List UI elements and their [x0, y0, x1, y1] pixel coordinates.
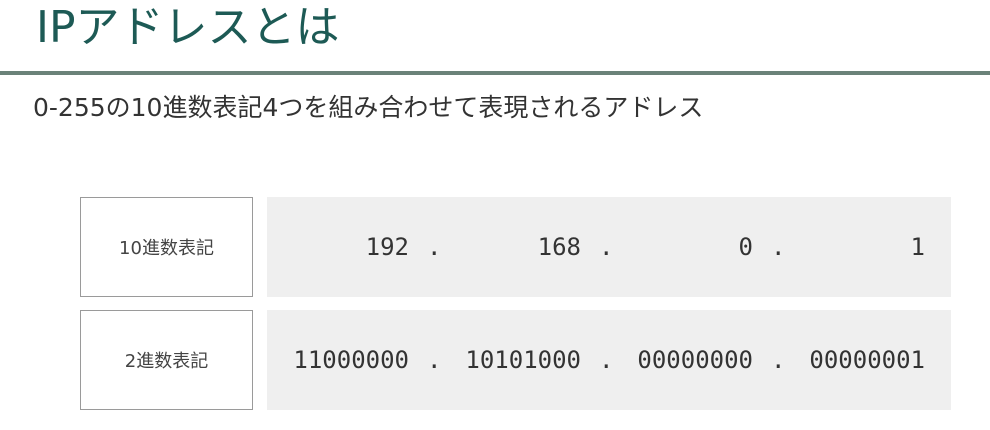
- decimal-notation-value: 192 . 168 . 0 . 1: [267, 197, 951, 297]
- octet-3: 0: [738, 233, 753, 261]
- octet-separator: .: [427, 233, 442, 261]
- octet-4: 1: [910, 233, 925, 261]
- binary-notation-value: 11000000 . 10101000 . 00000000 . 0000000…: [267, 310, 951, 410]
- decimal-notation-label: 10進数表記: [80, 197, 253, 297]
- octet-separator: .: [771, 233, 786, 261]
- slide: IPアドレスとは 0-255の10進数表記4つを組み合わせて表現されるアドレス …: [0, 0, 990, 430]
- octet-2: 168: [537, 233, 581, 261]
- title-divider: [0, 71, 990, 75]
- octet-separator: .: [599, 233, 614, 261]
- octet-1: 192: [365, 233, 409, 261]
- binary-notation-label: 2進数表記: [80, 310, 253, 410]
- octet-separator: .: [771, 346, 786, 374]
- subtitle: 0-255の10進数表記4つを組み合わせて表現されるアドレス: [33, 93, 704, 122]
- octet-1: 11000000: [293, 346, 409, 374]
- octet-4: 00000001: [809, 346, 925, 374]
- page-title: IPアドレスとは: [36, 2, 340, 53]
- octet-3: 00000000: [637, 346, 753, 374]
- octet-separator: .: [427, 346, 442, 374]
- octet-2: 10101000: [465, 346, 581, 374]
- octet-separator: .: [599, 346, 614, 374]
